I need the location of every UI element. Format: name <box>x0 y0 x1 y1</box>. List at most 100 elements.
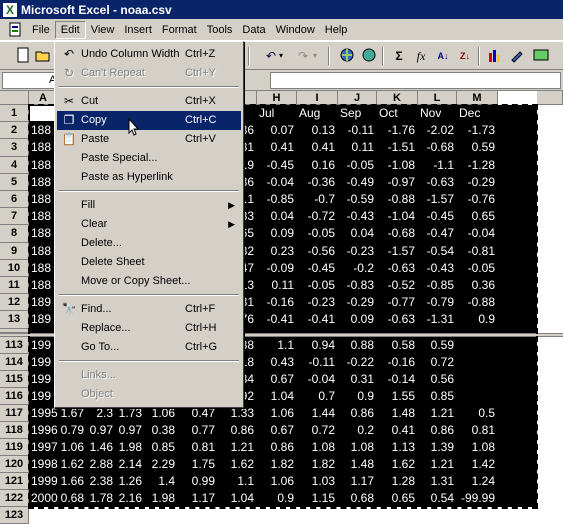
menu-item-label: Move or Copy Sheet... <box>81 275 191 287</box>
menu-item-cut[interactable]: ✂ Cut Ctrl+X <box>57 92 241 111</box>
row-header-123[interactable]: 123 <box>0 507 29 524</box>
row-header-116[interactable]: 116 <box>0 388 29 405</box>
menu-item-copy[interactable]: ❐ Copy Ctrl+C <box>57 111 241 130</box>
menu-help[interactable]: Help <box>320 22 353 38</box>
menu-item-undo-column-width[interactable]: ↶ Undo Column Width Ctrl+Z <box>57 45 241 64</box>
column-header-i[interactable]: I <box>297 91 338 105</box>
web-toolbar-icon[interactable] <box>338 47 356 65</box>
menu-item-shortcut: Ctrl+X <box>185 95 216 107</box>
row-header-122[interactable]: 122 <box>0 490 29 507</box>
menu-item-paste-as-hyperlink[interactable]: Paste as Hyperlink <box>57 168 241 187</box>
menu-item-label: Object <box>81 388 113 400</box>
new-icon[interactable] <box>14 47 32 65</box>
menu-separator <box>59 86 239 88</box>
row-header-114[interactable]: 114 <box>0 354 29 371</box>
row-header-13[interactable]: 13 <box>0 311 29 329</box>
row-header-6[interactable]: 6 <box>0 191 29 209</box>
column-header-m[interactable]: M <box>457 91 498 105</box>
open-icon[interactable] <box>34 47 52 65</box>
column-header-h[interactable]: H <box>257 91 297 105</box>
hyperlink-icon[interactable] <box>360 47 378 65</box>
redo-dropdown-icon[interactable]: ▾ <box>306 47 324 65</box>
menu-item-label: Clear <box>81 218 108 230</box>
menu-tools[interactable]: Tools <box>202 22 238 38</box>
menu-item-move-or-copy-sheet[interactable]: Move or Copy Sheet... <box>57 272 241 291</box>
menu-item-shortcut: Ctrl+Y <box>185 67 216 79</box>
row-header-5[interactable]: 5 <box>0 173 29 191</box>
autosum-icon[interactable]: Σ <box>390 47 408 65</box>
row-header-117[interactable]: 117 <box>0 405 29 422</box>
undo-dropdown-icon[interactable]: ▾ <box>272 47 290 65</box>
menu-item-shortcut: Ctrl+Z <box>185 48 216 60</box>
menu-item-label: Delete Sheet <box>81 256 145 268</box>
menu-item-can-t-repeat: ↻ Can't Repeat Ctrl+Y <box>57 64 241 83</box>
menu-format[interactable]: Format <box>157 22 202 38</box>
document-icon[interactable] <box>8 22 24 38</box>
menu-separator <box>59 190 239 192</box>
menu-item-delete-sheet[interactable]: Delete Sheet <box>57 253 241 272</box>
menu-bar: File Edit View Insert Format Tools Data … <box>0 19 563 41</box>
row-header-11[interactable]: 11 <box>0 277 29 295</box>
submenu-arrow-icon: ▶ <box>228 219 235 229</box>
cut-icon: ✂ <box>63 94 75 108</box>
column-header-l[interactable]: L <box>418 91 457 105</box>
row-header-10[interactable]: 10 <box>0 259 29 277</box>
menu-insert[interactable]: Insert <box>119 22 157 38</box>
row-header-1[interactable]: 1 <box>0 105 29 123</box>
select-all-corner[interactable] <box>0 91 29 105</box>
menu-item-shortcut: Ctrl+F <box>185 303 216 315</box>
row-header-113[interactable]: 113 <box>0 337 29 354</box>
map-icon[interactable] <box>532 47 550 65</box>
row-header-8[interactable]: 8 <box>0 225 29 243</box>
menu-file[interactable]: File <box>27 22 55 38</box>
menu-item-shortcut: Ctrl+G <box>185 341 218 353</box>
row-header-120[interactable]: 120 <box>0 456 29 473</box>
menu-item-paste[interactable]: 📋 Paste Ctrl+V <box>57 130 241 149</box>
column-header-k[interactable]: K <box>377 91 418 105</box>
redo-icon: ↻ <box>63 66 75 80</box>
menu-edit[interactable]: Edit <box>54 20 86 39</box>
menu-item-label: Can't Repeat <box>81 67 145 79</box>
row-header-12[interactable]: 12 <box>0 294 29 312</box>
row-header-9[interactable]: 9 <box>0 242 29 260</box>
row-header-115[interactable]: 115 <box>0 371 29 388</box>
menu-view[interactable]: View <box>86 22 120 38</box>
menu-item-shortcut: Ctrl+H <box>185 322 217 334</box>
sort-descending-icon[interactable]: Z↓ <box>456 47 474 65</box>
menu-item-shortcut: Ctrl+C <box>185 114 217 126</box>
menu-item-fill[interactable]: Fill ▶ <box>57 196 241 215</box>
row-header-4[interactable]: 4 <box>0 156 29 174</box>
menu-item-label: Copy <box>81 114 107 126</box>
menu-item-label: Find... <box>81 303 112 315</box>
menu-item-replace[interactable]: Replace... Ctrl+H <box>57 319 241 338</box>
chart-wizard-icon[interactable] <box>486 47 504 65</box>
menu-item-label: Paste Special... <box>81 152 158 164</box>
row-header-7[interactable]: 7 <box>0 208 29 226</box>
sort-ascending-icon[interactable]: A↓ <box>434 47 452 65</box>
window-title: Microsoft Excel - noaa.csv <box>21 2 172 17</box>
row-header-2[interactable]: 2 <box>0 122 29 140</box>
menu-item-clear[interactable]: Clear ▶ <box>57 215 241 234</box>
excel-logo-icon: X <box>3 2 17 17</box>
menu-item-label: Links... <box>81 369 116 381</box>
formula-input[interactable] <box>270 72 561 89</box>
row-header-121[interactable]: 121 <box>0 473 29 490</box>
menu-data[interactable]: Data <box>237 22 270 38</box>
menu-item-label: Delete... <box>81 237 122 249</box>
function-icon[interactable]: fx <box>412 47 430 65</box>
submenu-arrow-icon: ▶ <box>228 200 235 210</box>
menu-separator <box>59 294 239 296</box>
row-header-118[interactable]: 118 <box>0 422 29 439</box>
row-header-119[interactable]: 119 <box>0 439 29 456</box>
menu-item-delete[interactable]: Delete... <box>57 234 241 253</box>
row-header-3[interactable]: 3 <box>0 139 29 157</box>
menu-item-label: Undo Column Width <box>81 48 180 60</box>
column-header-filler <box>537 91 563 105</box>
menu-window[interactable]: Window <box>271 22 320 38</box>
column-header-j[interactable]: J <box>338 91 377 105</box>
menu-item-go-to[interactable]: Go To... Ctrl+G <box>57 338 241 357</box>
menu-item-paste-special[interactable]: Paste Special... <box>57 149 241 168</box>
menu-item-find[interactable]: 🔭 Find... Ctrl+F <box>57 300 241 319</box>
undo-icon: ↶ <box>63 47 75 61</box>
drawing-icon[interactable] <box>508 47 526 65</box>
